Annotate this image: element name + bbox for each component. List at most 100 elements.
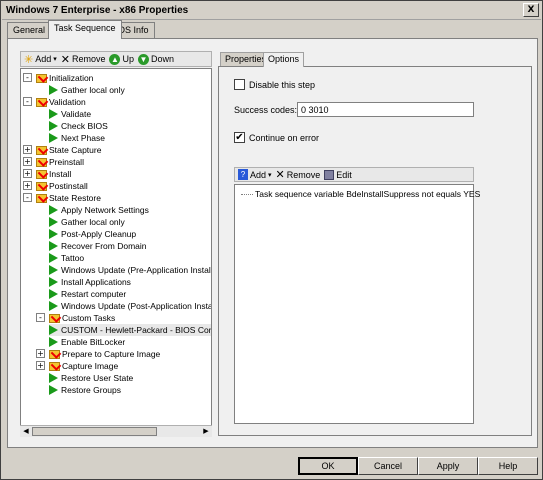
tree-step[interactable]: CUSTOM - Hewlett-Packard - BIOS Confi [49, 324, 211, 336]
tree-group[interactable]: Custom Tasks [49, 312, 211, 324]
tree-item-label: Prepare to Capture Image [62, 349, 161, 359]
step-play-icon [49, 121, 58, 131]
tree-item-label: State Capture [49, 145, 102, 155]
condition-add-button[interactable]: ? Add ▾ [238, 169, 272, 180]
task-sequence-tree[interactable]: - Initialization Gather local only - Validat… [20, 68, 212, 437]
folder-check-icon [36, 169, 47, 179]
step-play-icon [49, 133, 58, 143]
continue-on-error-checkbox[interactable]: ✔ [234, 132, 245, 143]
tree-step[interactable]: Restart computer [49, 288, 211, 300]
expand-icon[interactable]: + [36, 361, 45, 370]
conditions-list[interactable]: Task sequence variable BdeInstallSuppres… [234, 184, 480, 424]
tree-item-label: Install Applications [61, 277, 131, 287]
horizontal-scrollbar[interactable]: ◀ ▶ [20, 425, 212, 437]
tree-item-label: Capture Image [62, 361, 119, 371]
tree-step[interactable]: Gather local only [49, 84, 211, 96]
tab-task-sequence[interactable]: Task Sequence [48, 20, 122, 39]
tree-item-label: Gather local only [61, 85, 125, 95]
remove-label: Remove [71, 54, 106, 64]
conditions-toolbar: ? Add ▾ ✕ Remove Edit [234, 167, 474, 182]
folder-check-icon [36, 145, 47, 155]
expand-icon[interactable]: + [23, 181, 32, 190]
tree-item-label: Apply Network Settings [61, 205, 149, 215]
tree-group[interactable]: State Restore [36, 192, 211, 204]
tree-step[interactable]: Tattoo [49, 252, 211, 264]
collapse-icon[interactable]: - [23, 97, 32, 106]
tree-step[interactable]: Post-Apply Cleanup [49, 228, 211, 240]
close-button[interactable]: X [523, 3, 539, 17]
ok-button[interactable]: OK [298, 457, 358, 475]
tab-general[interactable]: General [7, 22, 52, 38]
tree-group[interactable]: Postinstall [36, 180, 211, 192]
tree-group[interactable]: Preinstall [36, 156, 211, 168]
title-bar: Windows 7 Enterprise - x86 Properties X [2, 2, 541, 20]
expand-icon[interactable]: + [23, 169, 32, 178]
folder-check-icon [36, 73, 47, 83]
collapse-icon[interactable]: - [23, 73, 32, 82]
tree-step[interactable]: Check BIOS [49, 120, 211, 132]
disable-step-label: Disable this step [249, 80, 316, 90]
folder-check-icon [36, 157, 47, 167]
add-button[interactable]: ✳ Add ▾ [24, 53, 57, 66]
tree-item-label: Install [49, 169, 72, 179]
add-icon: ✳ [24, 53, 34, 66]
condition-edit-button[interactable]: Edit [324, 169, 352, 180]
step-play-icon [49, 385, 58, 395]
tree-group[interactable]: Initialization [36, 72, 211, 84]
dropdown-arrow-icon: ▾ [53, 56, 57, 63]
tree-item-label: Check BIOS [61, 121, 108, 131]
expand-icon[interactable]: + [23, 157, 32, 166]
scroll-right-icon[interactable]: ▶ [201, 427, 211, 436]
help-button[interactable]: Help [478, 457, 538, 475]
tree-item-label: Initialization [49, 73, 94, 83]
collapse-icon[interactable]: - [23, 193, 32, 202]
tree-step[interactable]: Restore Groups [49, 384, 211, 396]
folder-check-icon [36, 97, 47, 107]
step-play-icon [49, 253, 58, 263]
help-add-icon: ? [238, 169, 248, 180]
disable-step-checkbox[interactable] [234, 79, 245, 90]
collapse-icon[interactable]: - [36, 313, 45, 322]
down-button[interactable]: ▼ Down [138, 53, 175, 65]
cancel-button[interactable]: Cancel [358, 457, 418, 475]
expand-icon[interactable]: + [36, 349, 45, 358]
condition-add-label: Add [250, 169, 267, 180]
tree-step[interactable]: Gather local only [49, 216, 211, 228]
folder-check-icon [36, 193, 47, 203]
tree-group[interactable]: State Capture [36, 144, 211, 156]
tree-group[interactable]: Validation [36, 96, 211, 108]
tree-group[interactable]: Install [36, 168, 211, 180]
tree-group[interactable]: Capture Image [49, 360, 211, 372]
tree-step[interactable]: Windows Update (Post-Application Install [49, 300, 211, 312]
scrollbar-thumb[interactable] [32, 427, 157, 436]
remove-button[interactable]: ✕ Remove [61, 53, 106, 66]
condition-text: Task sequence variable BdeInstallSuppres… [255, 189, 481, 199]
apply-button[interactable]: Apply [418, 457, 478, 475]
add-label: Add [35, 54, 52, 64]
tree-step[interactable]: Validate [49, 108, 211, 120]
up-button[interactable]: ▲ Up [109, 53, 134, 65]
tree-item-label: Restart computer [61, 289, 127, 299]
tree-step[interactable]: Install Applications [49, 276, 211, 288]
condition-remove-button[interactable]: ✕ Remove [276, 168, 321, 181]
tree-step[interactable]: Next Phase [49, 132, 211, 144]
continue-on-error-label: Continue on error [249, 133, 320, 143]
tree-step[interactable]: Windows Update (Pre-Application Installa [49, 264, 211, 276]
tab-options[interactable]: Options [263, 52, 305, 67]
expand-icon[interactable]: + [23, 145, 32, 154]
tree-step[interactable]: Recover From Domain [49, 240, 211, 252]
tree-item-label: Custom Tasks [62, 313, 116, 323]
tree-step[interactable]: Restore User State [49, 372, 211, 384]
condition-item[interactable]: Task sequence variable BdeInstallSuppres… [241, 189, 480, 199]
tree-step[interactable]: Apply Network Settings [49, 204, 211, 216]
tree-step[interactable]: Enable BitLocker [49, 336, 211, 348]
down-label: Down [151, 54, 175, 64]
success-codes-input[interactable] [297, 102, 474, 117]
scroll-left-icon[interactable]: ◀ [21, 427, 31, 436]
condition-edit-label: Edit [336, 169, 352, 180]
step-play-icon [49, 265, 58, 275]
step-play-icon [49, 229, 58, 239]
step-play-icon [49, 373, 58, 383]
tree-group[interactable]: Prepare to Capture Image [49, 348, 211, 360]
step-play-icon [49, 277, 58, 287]
